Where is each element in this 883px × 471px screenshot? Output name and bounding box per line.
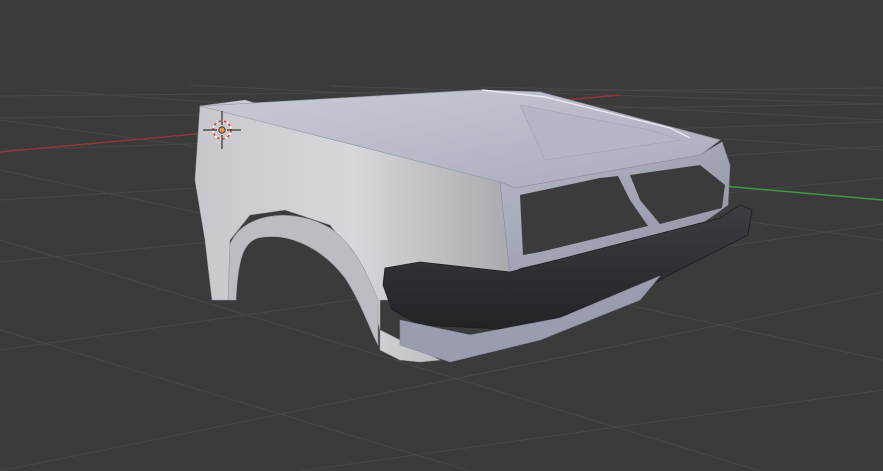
3d-viewport[interactable] xyxy=(0,0,883,471)
car-body-mesh[interactable] xyxy=(194,89,753,363)
viewport-scene[interactable] xyxy=(0,0,883,471)
